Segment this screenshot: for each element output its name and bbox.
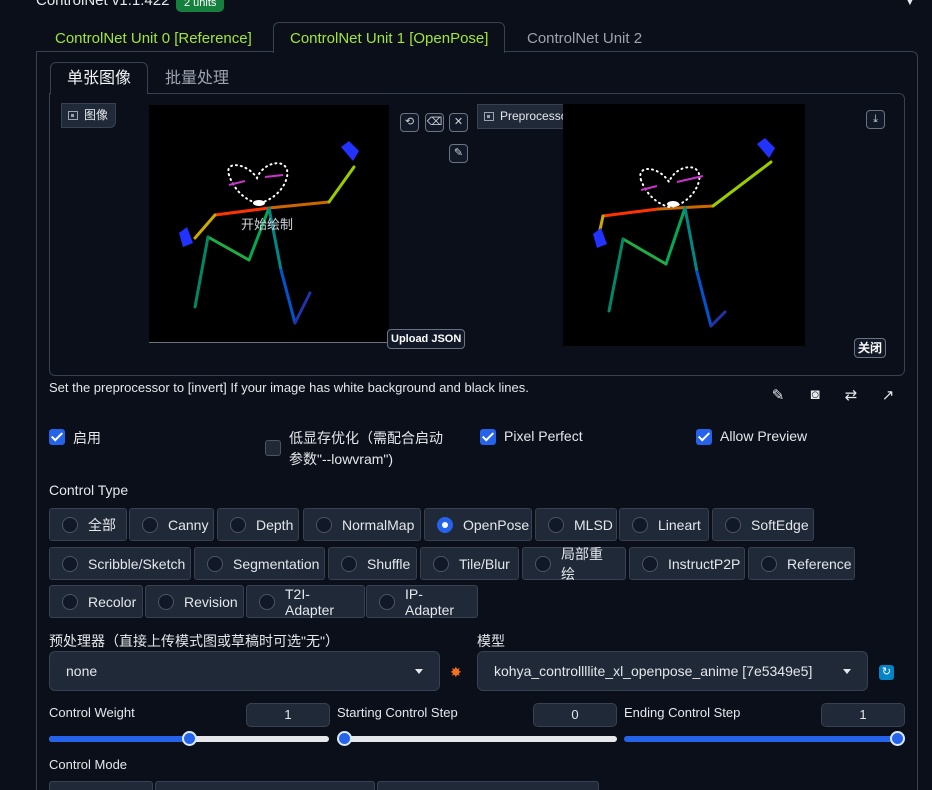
preprocessor-preview-image <box>563 104 805 346</box>
run-preprocessor-icon[interactable]: ✸ <box>450 664 462 681</box>
openpose-skeleton-preview <box>593 138 775 328</box>
tab-batch[interactable]: 批量处理 <box>148 62 246 94</box>
control-type-openpose[interactable]: OpenPose <box>424 508 532 541</box>
download-icon[interactable]: ⤓ <box>866 110 885 129</box>
image-label: 图像 <box>61 103 117 128</box>
control-mode-option-2[interactable] <box>155 781 375 790</box>
ending-step-label: Ending Control Step <box>624 705 741 720</box>
brush-icon[interactable]: ✎ <box>449 144 468 163</box>
control-type-t2i-adapter[interactable]: T2I-Adapter <box>246 585 365 618</box>
control-type-reference[interactable]: Reference <box>748 547 855 580</box>
ending-step-input[interactable]: 1 <box>821 703 905 727</box>
pixel-perfect-checkbox-box[interactable] <box>480 429 496 445</box>
starting-step-input[interactable]: 0 <box>533 703 617 727</box>
swap-icon[interactable]: ⇄ <box>840 386 862 404</box>
control-weight-input[interactable]: 1 <box>246 703 330 727</box>
input-image-canvas[interactable]: 开始绘制 <box>149 105 389 343</box>
ending-step-fill <box>624 736 905 742</box>
radio-selected-icon <box>437 516 453 533</box>
collapse-caret-icon[interactable]: ▼ <box>904 0 916 8</box>
reset-icon[interactable]: ⟲ <box>400 113 419 132</box>
control-type-recolor[interactable]: Recolor <box>49 585 143 618</box>
control-type-ip-adapter[interactable]: IP-Adapter <box>366 585 478 618</box>
controlnet-title: ControlNet v1.1.422 <box>36 0 170 9</box>
control-weight-label: Control Weight <box>49 705 135 720</box>
control-type-canny[interactable]: Canny <box>129 508 214 541</box>
control-type-mlsd[interactable]: MLSD <box>535 508 617 541</box>
control-weight-thumb[interactable] <box>181 731 197 746</box>
control-type-segmentation[interactable]: Segmentation <box>194 547 325 580</box>
canvas-underline <box>149 342 389 343</box>
starting-step-thumb[interactable] <box>337 731 352 746</box>
tab-unit-0[interactable]: ControlNet Unit 0 [Reference] <box>38 22 269 53</box>
refresh-icon[interactable]: ↻ <box>879 665 894 680</box>
control-weight-fill <box>49 736 189 742</box>
control-type-scribble[interactable]: Scribble/Sketch <box>49 547 191 580</box>
control-type-revision[interactable]: Revision <box>145 585 244 618</box>
tab-single-image[interactable]: 单张图像 <box>50 62 149 94</box>
tab-unit-1[interactable]: ControlNet Unit 1 [OpenPose] <box>273 22 506 53</box>
control-type-inpaint[interactable]: 局部重绘 <box>522 546 626 582</box>
control-type-instructp2p[interactable]: InstructP2P <box>629 547 745 580</box>
control-mode-option-1[interactable] <box>49 781 153 790</box>
control-type-lineart[interactable]: Lineart <box>619 508 709 541</box>
image-icon <box>68 111 78 120</box>
preprocessor-hint: Set the preprocessor to [invert] If your… <box>49 380 529 395</box>
close-preview-button[interactable]: 关闭 <box>854 338 887 358</box>
starting-step-slider[interactable] <box>337 736 617 742</box>
model-dropdown[interactable]: kohya_controllllite_xl_openpose_anime [7… <box>477 651 868 691</box>
allow-preview-checkbox-box[interactable] <box>696 429 712 445</box>
start-drawing-label: 开始绘制 <box>241 217 294 232</box>
ending-step-slider[interactable] <box>624 736 905 742</box>
control-mode-option-3[interactable] <box>377 781 599 790</box>
enable-checkbox[interactable]: 启用 <box>49 428 101 448</box>
control-type-label: Control Type <box>49 482 129 498</box>
control-type-normalmap[interactable]: NormalMap <box>303 508 421 541</box>
preprocessor-label: 预处理器（直接上传模式图或草稿时可选"无"） <box>49 633 339 649</box>
lowvram-checkbox-box[interactable] <box>265 440 281 456</box>
image-icon <box>484 112 494 121</box>
enable-checkbox-box[interactable] <box>49 429 65 445</box>
ending-step-thumb[interactable] <box>890 731 905 746</box>
chevron-down-icon <box>415 668 423 674</box>
control-type-shuffle[interactable]: Shuffle <box>328 547 417 580</box>
units-badge: 2 units <box>176 0 225 12</box>
control-type-all[interactable]: 全部 <box>49 508 127 541</box>
camera-icon[interactable]: ◙ <box>804 386 826 403</box>
send-icon[interactable]: ↗ <box>877 386 899 404</box>
starting-step-label: Starting Control Step <box>337 705 458 720</box>
control-type-tile-blur[interactable]: Tile/Blur <box>420 547 519 580</box>
eraser-icon[interactable]: ⌫ <box>425 113 444 132</box>
preprocessor-dropdown[interactable]: none <box>49 651 440 691</box>
control-type-softedge[interactable]: SoftEdge <box>712 508 814 541</box>
chevron-down-icon <box>843 668 851 674</box>
tab-unit-2[interactable]: ControlNet Unit 2 <box>510 22 659 53</box>
lowvram-checkbox[interactable]: 低显存优化（需配合启动 参数"--lowvram") <box>265 428 443 470</box>
control-type-depth[interactable]: Depth <box>217 508 299 541</box>
control-mode-label: Control Mode <box>49 757 128 772</box>
close-icon[interactable]: ✕ <box>449 113 468 132</box>
model-label: 模型 <box>477 633 505 649</box>
allow-preview-checkbox[interactable]: Allow Preview <box>696 428 807 445</box>
pixel-perfect-checkbox[interactable]: Pixel Perfect <box>480 428 583 445</box>
notes-icon[interactable]: ✎ <box>767 386 789 404</box>
upload-json-button[interactable]: Upload JSON <box>387 329 466 349</box>
